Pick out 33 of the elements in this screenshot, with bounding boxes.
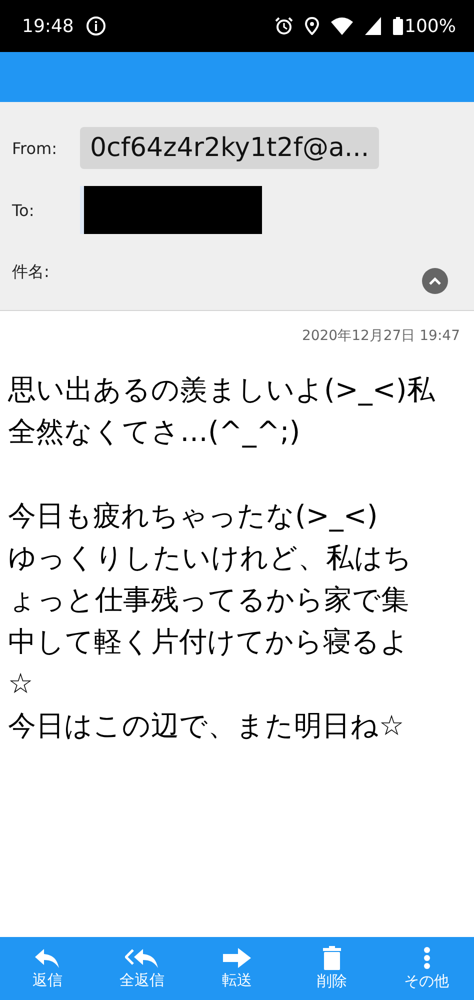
reply-all-icon bbox=[125, 947, 160, 969]
more-button[interactable]: その他 bbox=[386, 946, 467, 991]
info-icon bbox=[86, 16, 106, 36]
body-text-line: ゆっくりしたいけれど、私はち bbox=[8, 540, 413, 576]
battery-percentage: 100% bbox=[404, 16, 456, 36]
reply-all-button[interactable]: 全返信 bbox=[102, 947, 182, 990]
body-text-line: 今日はこの辺で、また明日ね☆ bbox=[8, 708, 406, 744]
trash-icon bbox=[322, 946, 342, 970]
sender-address[interactable]: 0cf64z4r2ky1t2f@a... bbox=[80, 127, 380, 169]
reply-button[interactable]: 返信 bbox=[7, 947, 88, 990]
location-icon bbox=[304, 17, 319, 35]
from-label: From: bbox=[12, 138, 58, 158]
body-text-line: 全然なくてさ…(^_^;) bbox=[8, 414, 302, 450]
to-label: To: bbox=[12, 200, 36, 220]
wifi-icon bbox=[330, 17, 353, 35]
more-icon bbox=[422, 946, 431, 970]
body-text-line: ょっと仕事残ってるから家で集 bbox=[8, 582, 410, 618]
body-text-line: 今日も疲れちゃったな(>_<) bbox=[8, 498, 379, 534]
subject-label: 件名: bbox=[12, 262, 50, 282]
message-date: 2020年12月27日 19:47 bbox=[302, 328, 460, 344]
body-text-line: 中して軽く片付けてから寝るよ bbox=[8, 624, 410, 660]
right-arrow-icon bbox=[222, 947, 252, 969]
delete-button[interactable]: 削除 bbox=[292, 946, 372, 991]
collapse-button[interactable] bbox=[422, 268, 448, 294]
battery-icon bbox=[392, 17, 403, 35]
reply-icon bbox=[34, 947, 60, 969]
body-text-line: 思い出あるの羨ましいよ(>_<)私 bbox=[8, 372, 436, 408]
signal-icon bbox=[364, 17, 381, 35]
body-text-line: ☆ bbox=[8, 666, 34, 702]
status-time: 19:48 bbox=[22, 16, 74, 36]
chevron-up-icon bbox=[428, 276, 442, 286]
alarm-icon bbox=[274, 17, 293, 35]
forward-button[interactable]: 転送 bbox=[196, 947, 277, 990]
